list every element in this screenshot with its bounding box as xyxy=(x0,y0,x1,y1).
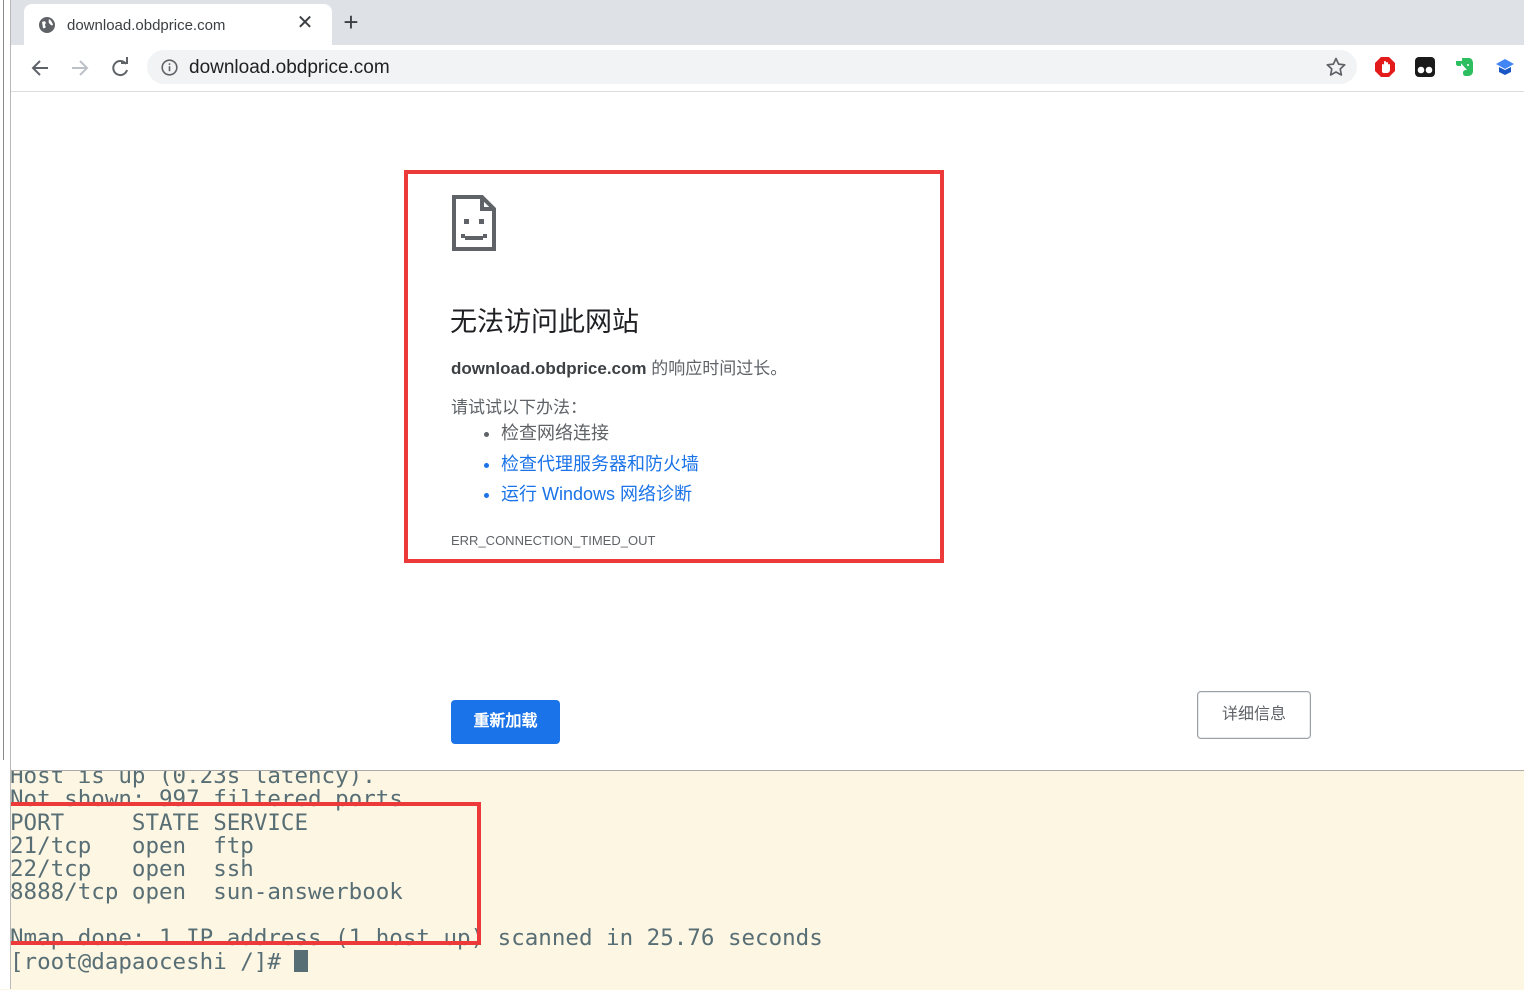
tab-active[interactable]: download.obdprice.com ✕ xyxy=(24,4,332,45)
terminal-line-port-21: 21/tcp open ftp xyxy=(10,833,254,859)
new-tab-button[interactable]: + xyxy=(338,9,364,35)
error-description: download.obdprice.com 的响应时间过长。 xyxy=(451,354,787,379)
reload-icon[interactable] xyxy=(106,54,134,82)
error-code: ERR_CONNECTION_TIMED_OUT xyxy=(451,533,656,548)
terminal-line: Not shown: 997 filtered ports xyxy=(10,786,403,812)
toolbar: download.obdprice.com xyxy=(10,45,1524,92)
tampermonkey-icon[interactable] xyxy=(1414,56,1436,78)
tab-close-icon[interactable]: ✕ xyxy=(294,12,316,34)
tab-title: download.obdprice.com xyxy=(67,17,226,34)
adblock-icon[interactable] xyxy=(1374,56,1396,78)
suggestion-run-diagnostics-link[interactable]: 运行 Windows 网络诊断 xyxy=(501,479,699,510)
suggestion-list: 检查网络连接 检查代理服务器和防火墙 运行 Windows 网络诊断 xyxy=(451,418,699,510)
reload-button[interactable]: 重新加载 xyxy=(451,700,560,744)
back-icon[interactable] xyxy=(26,54,54,82)
window-left-edge xyxy=(0,0,11,989)
terminal-line-port-header: PORT STATE SERVICE xyxy=(10,810,309,836)
terminal-line-nmap-done: Nmap done: 1 IP address (1 host up) scan… xyxy=(10,925,823,951)
details-button[interactable]: 详细信息 xyxy=(1197,691,1311,739)
terminal-prompt-line[interactable]: [root@dapaoceshi /]# xyxy=(10,949,309,975)
terminal-panel: Host is up (0.23s latency). Not shown: 9… xyxy=(0,770,1524,990)
bookmark-star-icon[interactable] xyxy=(1325,56,1347,78)
error-message: 的响应时间过长。 xyxy=(646,359,788,378)
suggestion-check-proxy-link[interactable]: 检查代理服务器和防火墙 xyxy=(501,449,699,480)
terminal-line-port-8888: 8888/tcp open sun-answerbook xyxy=(10,879,403,905)
terminal-cursor xyxy=(294,950,309,972)
error-heading: 无法访问此网站 xyxy=(450,307,639,337)
suggestion-check-network: 检查网络连接 xyxy=(501,418,699,449)
info-icon[interactable] xyxy=(161,59,178,76)
terminal-prompt: [root@dapaoceshi /]# xyxy=(10,949,295,975)
evernote-icon[interactable] xyxy=(1454,56,1476,78)
sad-page-icon xyxy=(452,195,496,251)
try-label: 请试试以下办法： xyxy=(451,398,587,417)
globe-icon xyxy=(39,17,55,33)
forward-icon[interactable] xyxy=(66,54,94,82)
bookmark-extension-icon[interactable] xyxy=(1494,56,1516,78)
url-text[interactable]: download.obdprice.com xyxy=(189,57,390,79)
terminal-line-port-22: 22/tcp open ssh xyxy=(10,856,254,882)
error-host: download.obdprice.com xyxy=(451,359,647,378)
address-bar[interactable]: download.obdprice.com xyxy=(147,50,1357,84)
tab-strip: download.obdprice.com ✕ + xyxy=(10,0,1524,45)
